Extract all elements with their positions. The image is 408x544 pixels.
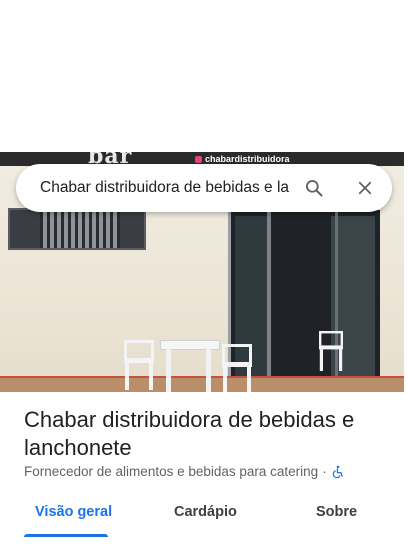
close-icon	[358, 181, 372, 195]
tab-menu[interactable]: Cardápio	[174, 504, 237, 520]
instagram-icon	[195, 155, 202, 163]
close-button[interactable]	[353, 176, 377, 200]
place-category: Fornecedor de alimentos e bebidas para c…	[24, 464, 319, 479]
separator: ·	[322, 464, 327, 479]
place-title: Chabar distribuidora de bebidas e lancho…	[24, 407, 355, 460]
instagram-handle-text: chabardistribuidora	[205, 154, 290, 164]
instagram-handle: chabardistribuidora	[195, 154, 290, 164]
plastic-chair-left	[124, 340, 154, 390]
plastic-chair-right	[222, 344, 252, 392]
tab-overview[interactable]: Visão geral	[35, 504, 112, 520]
wheelchair-icon[interactable]	[331, 465, 345, 479]
search-input[interactable]	[40, 164, 308, 212]
search-button[interactable]	[302, 176, 326, 200]
place-tabs: Visão geral Cardápio Sobre	[0, 496, 408, 537]
place-category-row: Fornecedor de alimentos e bebidas para c…	[24, 464, 345, 479]
plastic-chair-door	[319, 331, 343, 371]
plastic-table	[160, 340, 220, 392]
barred-window	[8, 208, 146, 250]
active-tab-indicator	[24, 534, 108, 537]
search-box	[16, 164, 392, 212]
search-icon	[306, 180, 323, 197]
tab-about[interactable]: Sobre	[316, 504, 357, 520]
